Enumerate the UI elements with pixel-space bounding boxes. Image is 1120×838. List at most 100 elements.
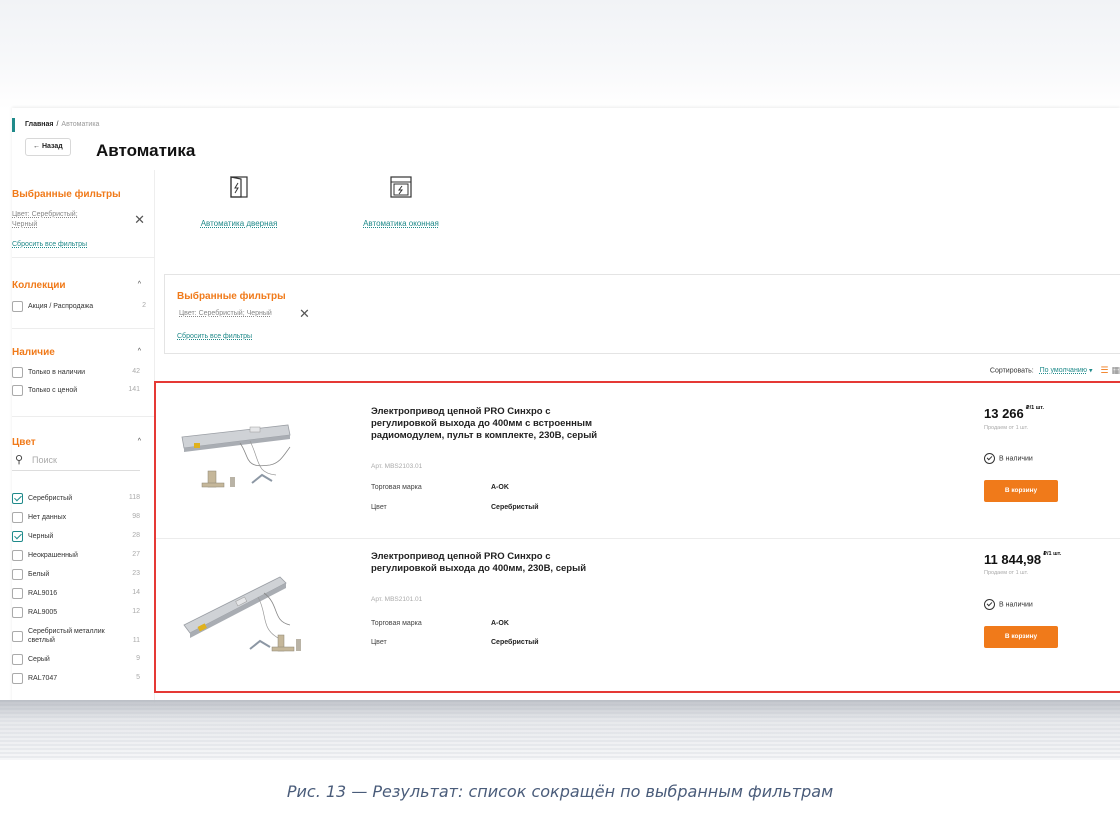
checkbox[interactable] xyxy=(12,588,23,599)
window-automation-icon xyxy=(390,176,412,198)
min-order: Продаем от 1 шт. xyxy=(984,425,1029,431)
product-image[interactable] xyxy=(180,569,320,659)
price-value: 11 844,98 xyxy=(984,552,1042,567)
color-block: Цвет ^ ⚲ Поиск Серебристый 118 Нет данны… xyxy=(12,417,155,704)
reset-filters-link[interactable]: Сбросить все фильтры xyxy=(177,333,252,340)
chevron-up-icon[interactable]: ^ xyxy=(138,348,141,355)
checkbox[interactable] xyxy=(12,385,23,396)
door-automation-icon xyxy=(230,176,248,198)
checkbox[interactable] xyxy=(12,569,23,580)
filter-option[interactable]: RAL7047 5 xyxy=(12,673,140,687)
filter-option[interactable]: Серый 9 xyxy=(12,654,140,668)
checkbox[interactable] xyxy=(12,301,23,312)
sort-label: Сортировать: xyxy=(989,367,1034,375)
brand-label: Торговая марка xyxy=(371,620,422,627)
back-button[interactable]: ← Назад xyxy=(25,138,71,156)
selected-filter-chip[interactable]: Цвет: Серебристый; Черный xyxy=(179,309,272,319)
filter-option-label: Черный xyxy=(28,533,54,540)
filter-option[interactable]: Черный 28 xyxy=(12,531,140,545)
price-unit: ₽/1 шт. xyxy=(1025,405,1045,411)
color-title[interactable]: Цвет xyxy=(12,437,36,448)
chevron-down-icon[interactable]: ▾ xyxy=(1089,367,1093,374)
grid-view-icon[interactable]: ▦ xyxy=(1111,365,1120,376)
filter-option[interactable]: Нет данных 98 xyxy=(12,512,140,526)
price-value: 13 266 xyxy=(984,406,1024,421)
chevron-up-icon[interactable]: ^ xyxy=(138,281,141,288)
breadcrumb-home[interactable]: Главная xyxy=(25,121,53,128)
filter-option-label: Белый xyxy=(28,571,50,578)
filter-option-label: Только с ценой xyxy=(28,387,78,394)
filter-option-count: 11 xyxy=(132,637,140,644)
selected-filters-block: Выбранные фильтры Цвет: Серебристый; Чер… xyxy=(12,170,155,258)
remove-filter-icon[interactable]: ✕ xyxy=(299,306,310,322)
filter-option-label: Нет данных xyxy=(28,514,67,521)
figure-caption: Рис. 13 — Результат: список сокращён по … xyxy=(286,782,834,801)
filter-option[interactable]: Акция / Распродажа 2 xyxy=(12,301,146,315)
sort-dropdown[interactable]: По умолчанию xyxy=(1040,367,1087,374)
filter-option[interactable]: Серебристый металлик светлый 11 xyxy=(12,626,140,648)
collections-block: Коллекции ^ Акция / Распродажа 2 xyxy=(12,258,155,329)
color-value: Серебристый xyxy=(491,639,539,646)
collections-title[interactable]: Коллекции xyxy=(12,280,66,291)
checkbox[interactable] xyxy=(12,654,23,665)
selected-filters-title: Выбранные фильтры xyxy=(12,189,121,200)
selected-filters-panel: Выбранные фильтры Цвет: Серебристый; Чер… xyxy=(164,274,1120,354)
accent-bar xyxy=(12,118,15,132)
min-order: Продаем от 1 шт. xyxy=(984,570,1029,576)
category-label: Автоматика оконная xyxy=(363,219,439,228)
product-card[interactable]: Электропривод цепной PRO Синхро с регули… xyxy=(156,383,1120,538)
filter-option[interactable]: Серебристый 118 xyxy=(12,493,140,507)
filter-option[interactable]: Только в наличии 42 xyxy=(12,367,140,381)
product-article: Арт. MBS2103.01 xyxy=(371,463,423,470)
list-view-icon[interactable]: ☰ xyxy=(1100,365,1108,376)
filter-option-count: 14 xyxy=(132,589,140,596)
filter-option-label: RAL9005 xyxy=(28,609,58,616)
filter-option-count: 12 xyxy=(132,608,140,615)
category-window-automation[interactable]: Автоматика оконная xyxy=(348,170,454,230)
add-to-cart-button[interactable]: В корзину xyxy=(984,480,1058,502)
checkbox[interactable] xyxy=(12,607,23,618)
color-label: Цвет xyxy=(371,639,387,646)
availability-title[interactable]: Наличие xyxy=(12,347,55,358)
filter-option-count: 118 xyxy=(128,494,140,501)
stock-text: В наличии xyxy=(999,455,1033,463)
filter-option[interactable]: RAL9005 12 xyxy=(12,607,140,621)
filter-option[interactable]: Белый 23 xyxy=(12,569,140,583)
checkbox[interactable] xyxy=(12,512,23,523)
chevron-up-icon[interactable]: ^ xyxy=(138,438,141,445)
filter-option[interactable]: Только с ценой 141 xyxy=(12,385,140,399)
color-search-placeholder: Поиск xyxy=(32,455,57,465)
checkbox[interactable] xyxy=(12,493,23,504)
filter-option[interactable]: RAL9016 14 xyxy=(12,588,140,602)
add-to-cart-button[interactable]: В корзину xyxy=(984,626,1058,648)
filter-option[interactable]: Неокрашенный 27 xyxy=(12,550,140,564)
checkbox[interactable] xyxy=(12,531,23,542)
color-label: Цвет xyxy=(371,504,387,511)
filter-option-label: Только в наличии xyxy=(28,369,86,376)
checkbox[interactable] xyxy=(12,631,23,642)
stock-status: В наличии xyxy=(984,599,1033,610)
checkbox[interactable] xyxy=(12,550,23,561)
product-price: 13 266 ₽/1 шт. xyxy=(984,405,1045,421)
category-door-automation[interactable]: Автоматика дверная xyxy=(188,170,290,230)
filter-option-count: 28 xyxy=(132,532,140,539)
search-icon: ⚲ xyxy=(15,454,24,466)
product-title[interactable]: Электропривод цепной PRO Синхро с регули… xyxy=(371,551,601,575)
product-card[interactable]: Электропривод цепной PRO Синхро с регули… xyxy=(156,538,1120,693)
product-title[interactable]: Электропривод цепной PRO Синхро с регули… xyxy=(371,406,601,442)
filter-option-count: 42 xyxy=(132,368,140,375)
product-image[interactable] xyxy=(180,417,320,497)
results-list: Электропривод цепной PRO Синхро с регули… xyxy=(154,381,1120,693)
filter-option-count: 98 xyxy=(132,513,140,520)
sort-control: Сортировать: По умолчанию ▾ ☰ ▦ xyxy=(990,365,1120,376)
selected-filter-chip[interactable]: Цвет: Серебристый; Черный xyxy=(12,210,102,230)
category-label: Автоматика дверная xyxy=(200,219,278,228)
reset-filters-link[interactable]: Сбросить все фильтры xyxy=(12,241,87,248)
breadcrumb-separator: / xyxy=(56,121,59,128)
color-search-input[interactable]: ⚲ Поиск xyxy=(12,451,140,471)
filter-option-count: 141 xyxy=(128,386,140,393)
checkbox[interactable] xyxy=(12,673,23,684)
check-circle-icon xyxy=(984,599,995,610)
checkbox[interactable] xyxy=(12,367,23,378)
remove-filter-icon[interactable]: ✕ xyxy=(134,212,145,228)
